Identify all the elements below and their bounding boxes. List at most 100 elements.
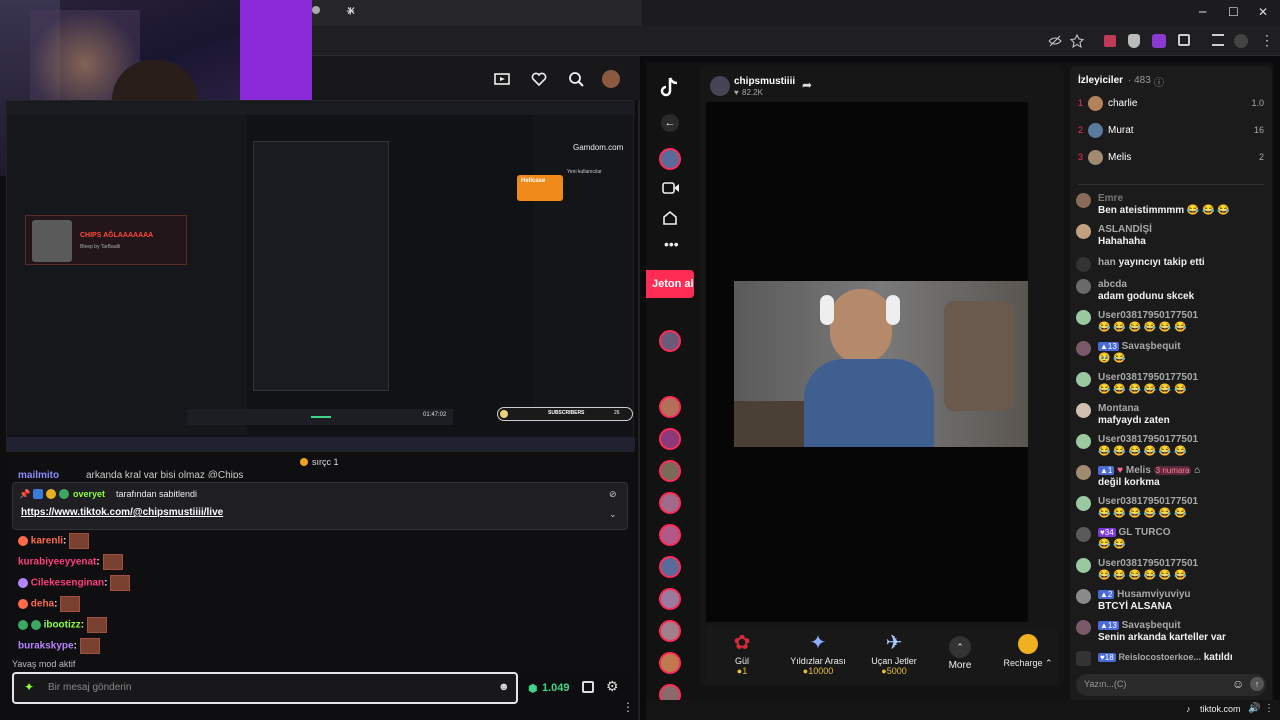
heart-icon[interactable] bbox=[531, 72, 547, 86]
tiktok-logo-icon[interactable] bbox=[660, 76, 680, 98]
back-arrow-icon[interactable]: ← bbox=[661, 114, 679, 132]
join-icon bbox=[1076, 651, 1091, 666]
extension-icon[interactable] bbox=[1104, 35, 1116, 47]
viewers-label: İzleyiciler bbox=[1078, 75, 1124, 86]
astronaut-icon: ✦ bbox=[809, 632, 827, 654]
extensions-puzzle-icon[interactable] bbox=[1178, 34, 1190, 46]
profile-avatar-icon[interactable] bbox=[1234, 34, 1248, 48]
emote-icon bbox=[60, 596, 81, 612]
rank-badge: 3 numara bbox=[1153, 466, 1192, 475]
tiktok-small-icon: ♪ bbox=[1186, 704, 1191, 714]
share-icon[interactable]: ➦ bbox=[802, 78, 812, 92]
volume-icon[interactable]: 🔊 bbox=[1248, 703, 1260, 714]
browser-menu-icon[interactable]: ⋮ bbox=[1260, 32, 1274, 49]
level-badge: ♥34 bbox=[1098, 528, 1116, 537]
badge-icon bbox=[46, 489, 56, 499]
partial-user: mailmito bbox=[18, 470, 60, 478]
close-window-button[interactable]: ✕ bbox=[1258, 5, 1268, 19]
channel-points[interactable]: 1.049 bbox=[542, 682, 570, 694]
pinned-by-text: tarafından sabitlendi bbox=[116, 489, 198, 499]
gift-icon[interactable] bbox=[582, 681, 594, 693]
gamdom-label: Gamdom.com bbox=[573, 143, 624, 152]
chat-message: User0381795017750​1 😂 😂 😂 😂 😂 😂 bbox=[1076, 558, 1266, 582]
emote-icon bbox=[102, 554, 123, 570]
clips-icon[interactable] bbox=[494, 72, 510, 86]
chat-message: kurabiyeeyyenat: bbox=[18, 554, 123, 570]
host-avatar[interactable] bbox=[710, 76, 730, 96]
subscribers-bar: SUBSCRIBERS 26 bbox=[497, 407, 633, 421]
browser-tab[interactable]: ✕ bbox=[312, 0, 642, 26]
avatar bbox=[1076, 496, 1091, 511]
chat-input[interactable]: ✦ Bir mesaj gönderin ☻ bbox=[12, 672, 518, 704]
host-name[interactable]: chipsmustiiii bbox=[734, 76, 795, 87]
pinned-link[interactable]: https://www.tiktok.com/@chipsmustiiii/li… bbox=[21, 507, 223, 518]
tiktok-chat-input[interactable]: Yazın...(C) ☺ ↑ bbox=[1076, 674, 1266, 696]
level-badge: ♥18 bbox=[1098, 653, 1116, 662]
recharge-button[interactable]: Recharge ⌃ bbox=[998, 626, 1058, 684]
search-icon[interactable] bbox=[568, 71, 584, 87]
rank-row[interactable]: 1 charlie 1.0 bbox=[1078, 96, 1264, 112]
chat-input-placeholder[interactable]: Bir mesaj gönderin bbox=[48, 682, 131, 693]
emote-picker-icon[interactable]: ☻ bbox=[498, 681, 510, 693]
eye-off-icon[interactable] bbox=[1048, 34, 1062, 48]
media-controls-icon[interactable] bbox=[1212, 34, 1224, 46]
gift-ucan-jetler[interactable]: ✈ Uçan Jetler ●5000 bbox=[858, 630, 930, 684]
chat-message: karenli: bbox=[18, 533, 90, 549]
chevron-up-icon: ⌃ bbox=[949, 636, 971, 658]
gift-yildizlar-arasi[interactable]: ✦ Yıldızlar Arası ●10000 bbox=[782, 630, 854, 684]
avatar bbox=[1076, 193, 1091, 208]
bookmark-star-icon[interactable] bbox=[1070, 34, 1084, 48]
home-icon[interactable] bbox=[662, 210, 678, 226]
channel-points-icon[interactable]: ⬢ bbox=[528, 682, 538, 695]
avatar bbox=[1088, 150, 1103, 165]
extension-purple-icon[interactable] bbox=[1152, 34, 1166, 48]
pinned-message: 📌 overyet tarafından sabitlendi https://… bbox=[12, 482, 628, 530]
maximize-button[interactable]: ☐ bbox=[1228, 5, 1239, 19]
tiktok-sidebar: ← ••• Jeton al bbox=[646, 62, 698, 712]
avatar bbox=[1076, 465, 1091, 480]
chat-message: ▲2 Husamviyuviyu BTCYİ ALSANA bbox=[1076, 589, 1266, 613]
guest-camera bbox=[734, 281, 1028, 447]
settings-gear-icon[interactable]: ⚙ bbox=[606, 678, 619, 695]
tab-favicon-icon bbox=[312, 6, 320, 14]
badge-icon bbox=[59, 489, 69, 499]
more-dots-icon[interactable]: ⋮ bbox=[622, 700, 634, 714]
badge-icon bbox=[18, 536, 28, 546]
emote-icon bbox=[69, 533, 90, 549]
emoji-icon[interactable]: ☺ bbox=[1232, 677, 1244, 691]
slow-mode-label: Yavaş mod aktif bbox=[12, 659, 76, 669]
avatar bbox=[1076, 434, 1091, 449]
unpin-icon[interactable]: ⊘ bbox=[609, 489, 617, 500]
live-avatar[interactable] bbox=[659, 148, 681, 170]
minimize-button[interactable]: ─ bbox=[1199, 5, 1206, 19]
chevron-down-icon[interactable]: ⌄ bbox=[609, 509, 617, 520]
alert-title: CHIPS AĞLAAAAAAA bbox=[80, 232, 154, 239]
hellcase-badge: Hellcase bbox=[517, 175, 563, 201]
rank-row[interactable]: 3 Melis 2 bbox=[1078, 150, 1264, 166]
shared-screen: CHIPS AĞLAAAAAAA Bleep by TarBaatli Gamd… bbox=[6, 100, 635, 452]
send-arrow-icon[interactable]: ↑ bbox=[1250, 677, 1264, 691]
more-gifts-button[interactable]: ⌃ More bbox=[924, 630, 996, 684]
avatar bbox=[1076, 589, 1091, 604]
sparkle-icon[interactable]: ✦ bbox=[24, 680, 34, 694]
jeton-button[interactable]: Jeton al bbox=[646, 270, 694, 298]
pinned-by-user[interactable]: overyet bbox=[73, 489, 105, 499]
avatar bbox=[1088, 123, 1103, 138]
chat-message: ASLANDİŞİ Hahahaha bbox=[1076, 224, 1266, 248]
partial-message: arkanda kral var bişi olmaz @Chips bbox=[86, 470, 244, 478]
more-dots-icon[interactable]: ⋮ bbox=[1264, 703, 1274, 714]
bottom-strip: ♪ tiktok.com 🔊 ⋮ bbox=[646, 700, 1280, 720]
chat-message: ▲13 Savaşbequit 🥹 😂 bbox=[1076, 341, 1266, 365]
user-icon bbox=[1076, 257, 1091, 272]
footer-site[interactable]: tiktok.com bbox=[1200, 704, 1241, 714]
video-camera-icon[interactable] bbox=[662, 181, 680, 195]
gift-gul[interactable]: ✿ Gül ●1 bbox=[706, 630, 778, 684]
rank-row[interactable]: 2 Murat 16 bbox=[1078, 123, 1264, 139]
user-avatar[interactable] bbox=[602, 70, 620, 88]
chat-message: User0381795017750​1 😂 😂 😂 😂 😂 😂 bbox=[1076, 372, 1266, 396]
shield-icon[interactable] bbox=[1128, 34, 1140, 48]
heart-icon: ♥ bbox=[734, 88, 739, 97]
new-tab-button[interactable]: + bbox=[346, 3, 355, 20]
info-icon[interactable]: ⓘ bbox=[1154, 74, 1164, 89]
more-dots-icon[interactable]: ••• bbox=[664, 236, 679, 252]
